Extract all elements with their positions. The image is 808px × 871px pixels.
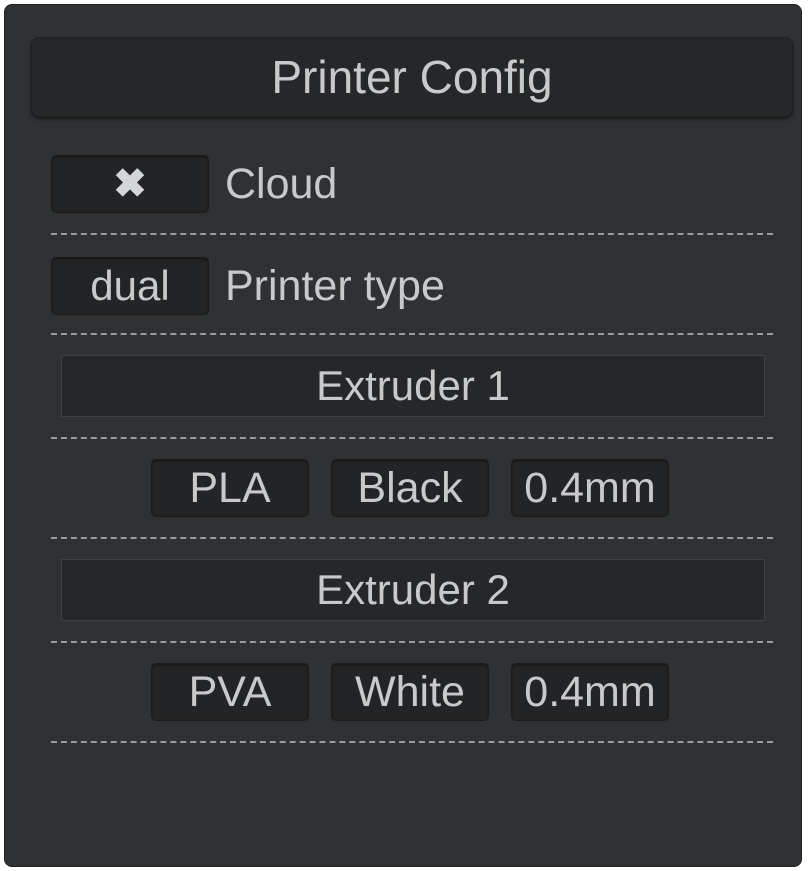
cloud-label: Cloud [225, 160, 338, 208]
close-icon: ✖ [113, 162, 147, 206]
cloud-toggle-button[interactable]: ✖ [51, 155, 209, 213]
divider [51, 437, 773, 439]
extruder-2-header: Extruder 2 [61, 559, 765, 621]
divider [51, 233, 773, 235]
divider [51, 537, 773, 539]
divider [51, 333, 773, 335]
printer-type-label: Printer type [225, 262, 445, 310]
extruder-1-header: Extruder 1 [61, 355, 765, 417]
divider [51, 641, 773, 643]
extruder-1-nozzle-select[interactable]: 0.4mm [511, 459, 669, 517]
extruder-2-nozzle-select[interactable]: 0.4mm [511, 663, 669, 721]
extruder-2-color-select[interactable]: White [331, 663, 489, 721]
divider [51, 741, 773, 743]
printer-type-select[interactable]: dual [51, 257, 209, 315]
extruder-1-color-select[interactable]: Black [331, 459, 489, 517]
panel-title: Printer Config [31, 37, 793, 117]
extruder-1-material-select[interactable]: PLA [151, 459, 309, 517]
printer-config-panel: Printer Config ✖ Cloud dual Printer type… [4, 4, 802, 867]
extruder-2-material-select[interactable]: PVA [151, 663, 309, 721]
